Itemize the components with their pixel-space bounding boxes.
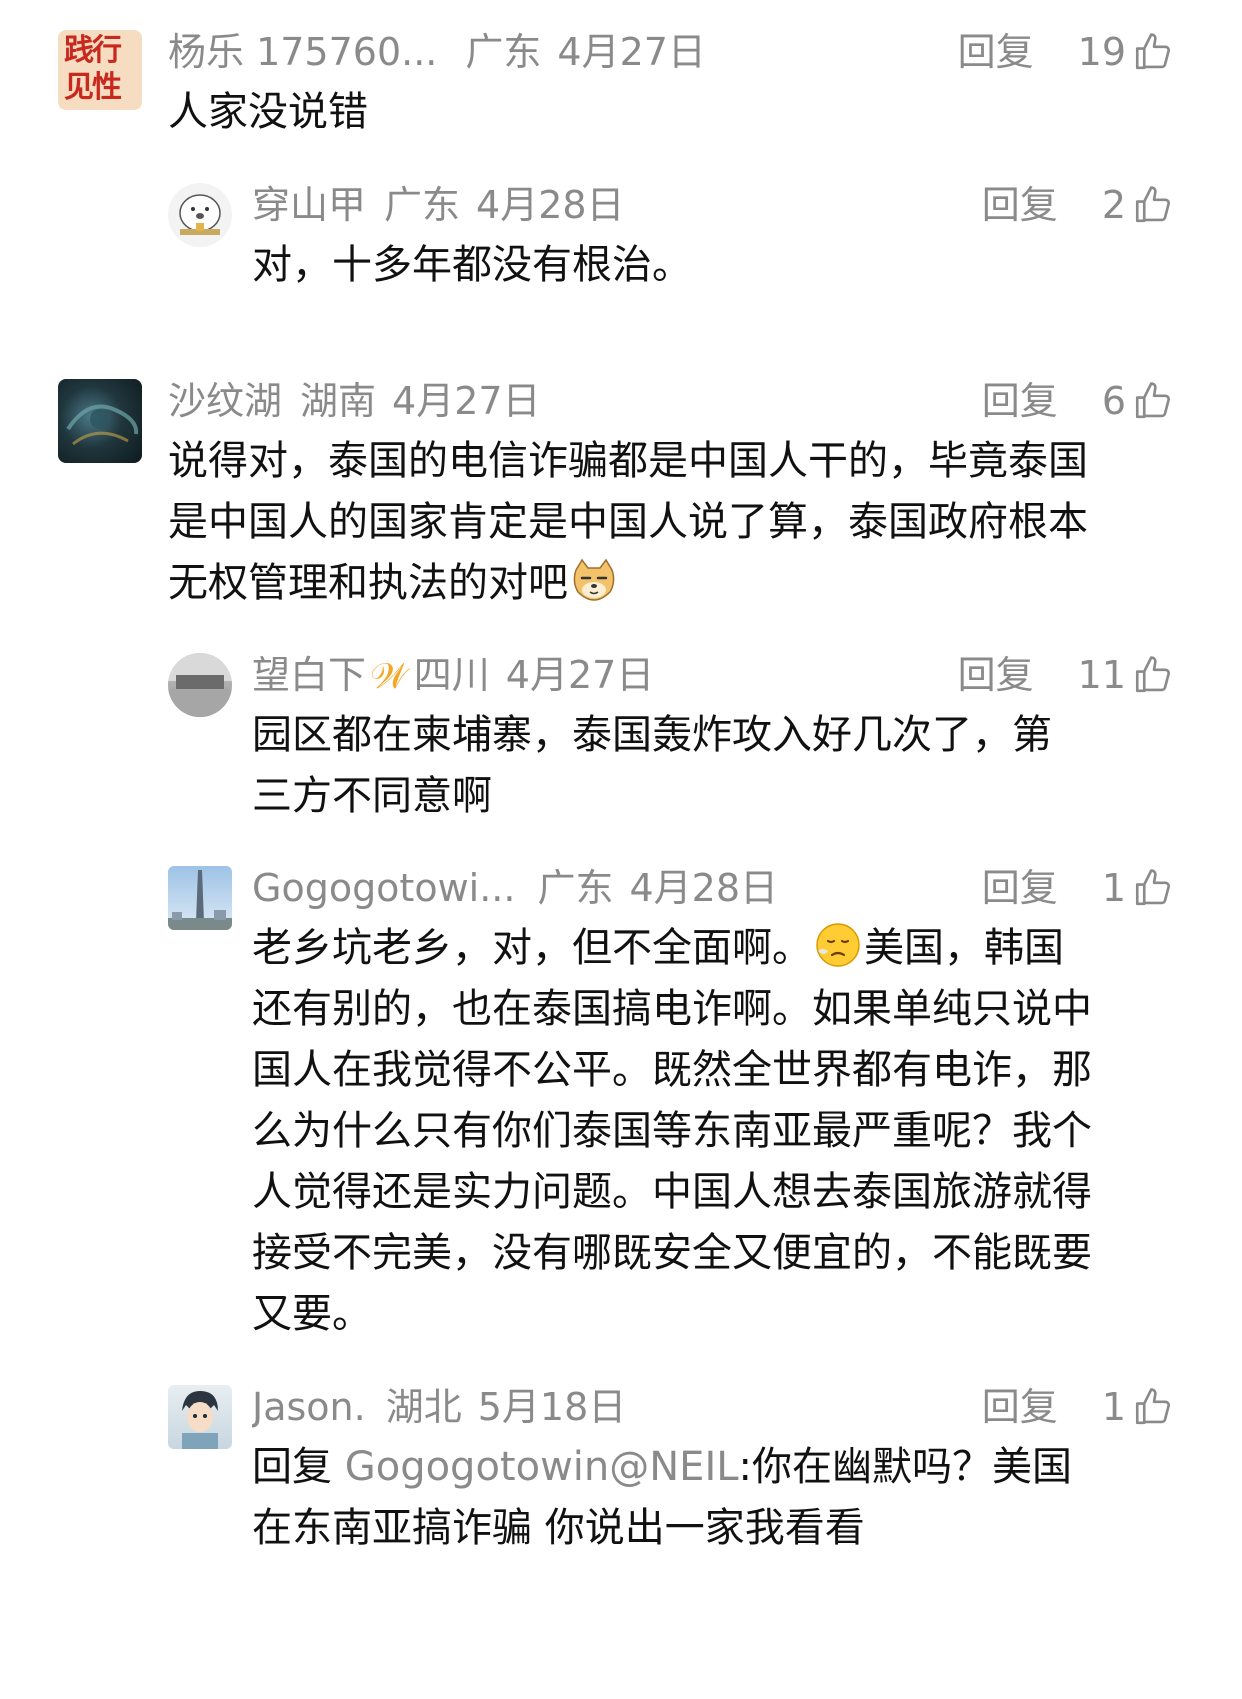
comment-meta: Gogogotowi... 广东 4月28日 <box>252 866 778 910</box>
avatar[interactable] <box>168 183 232 247</box>
comment-text: 老乡坑老乡，对，但不全面啊。 美国，韩国还有别的，也在泰国搞电诈啊。如果单纯只说… <box>252 918 1092 1345</box>
comment-actions: 回复 19 <box>958 30 1174 74</box>
anime-boy-avatar-icon <box>182 1391 218 1449</box>
building-photo-avatar-icon <box>168 653 232 717</box>
reply-button[interactable]: 回复 <box>982 866 1058 910</box>
username[interactable]: Jason. <box>252 1385 366 1429</box>
reply-button[interactable]: 回复 <box>958 30 1034 74</box>
avatar[interactable] <box>58 379 142 463</box>
thumbs-up-icon[interactable] <box>1132 867 1174 909</box>
date: 5月18日 <box>477 1385 627 1429</box>
like-count: 1 <box>1101 1385 1126 1429</box>
avatar-text: 践行见性 <box>64 33 122 105</box>
comment-text-part: 老乡坑老乡，对，但不全面啊。 <box>252 925 812 971</box>
comment-meta: 望白下 𝒲 四川 4月27日 <box>252 653 654 697</box>
date: 4月27日 <box>392 379 541 423</box>
comment-text-part: 美国，韩国还有别的，也在泰国搞电诈啊。如果单纯只说中国人在我觉得不公平。既然全世… <box>252 925 1092 1337</box>
username[interactable]: 杨乐 175760... <box>168 30 437 74</box>
like-count: 1 <box>1101 866 1126 910</box>
comment-actions: 回复 1 <box>982 1385 1174 1429</box>
location: 广东 <box>384 183 461 227</box>
comment-text: 园区都在柬埔寨，泰国轰炸攻入好几次了，第三方不同意啊 <box>252 712 1052 819</box>
badge-icon: 𝒲 <box>370 656 408 697</box>
thumbs-up-icon[interactable] <box>1132 31 1174 73</box>
thumbs-up-icon[interactable] <box>1132 1386 1174 1428</box>
like-count: 6 <box>1101 379 1126 423</box>
location: 四川 <box>413 653 490 697</box>
sad-face-emoji-icon <box>816 923 860 967</box>
comment-meta: 穿山甲 广东 4月28日 <box>252 183 625 227</box>
date: 4月28日 <box>629 866 779 910</box>
comment-meta: Jason. 湖北 5月18日 <box>252 1385 626 1429</box>
doge-emoji-icon <box>573 558 615 601</box>
avatar[interactable] <box>168 866 232 930</box>
location: 广东 <box>465 30 542 74</box>
comment-actions: 回复 2 <box>982 183 1174 227</box>
comment-actions: 回复 1 <box>982 866 1174 910</box>
reply-button[interactable]: 回复 <box>982 1385 1058 1429</box>
comment-text-content: 说得对，泰国的电信诈骗都是中国人干的，毕竟泰国是中国人的国家肯定是中国人说了算，… <box>168 438 1088 606</box>
comment-text: 对，十多年都没有根治。 <box>252 242 692 288</box>
avatar[interactable] <box>168 1385 232 1449</box>
reply-prefix: 回复 <box>252 1444 332 1490</box>
abstract-avatar-icon <box>66 404 139 446</box>
mention-link[interactable]: Gogogotowin@NEIL <box>345 1444 739 1490</box>
thumbs-up-icon[interactable] <box>1132 380 1174 422</box>
date: 4月27日 <box>505 653 655 697</box>
like-count: 11 <box>1077 653 1126 697</box>
location: 湖北 <box>385 1385 462 1429</box>
reply-button[interactable]: 回复 <box>982 379 1058 423</box>
username[interactable]: 望白下 <box>252 653 366 697</box>
comment-text: 说得对，泰国的电信诈骗都是中国人干的，毕竟泰国是中国人的国家肯定是中国人说了算，… <box>168 431 1088 614</box>
username[interactable]: Gogogotowi... <box>252 866 515 910</box>
comment-text: 回复 Gogogotowin@NEIL:你在幽默吗？美国在东南亚搞诈骗 你说出一… <box>252 1437 1092 1559</box>
thumbs-up-icon[interactable] <box>1132 184 1174 226</box>
reply-button[interactable]: 回复 <box>958 653 1034 697</box>
username[interactable]: 穿山甲 <box>252 183 366 227</box>
comment-actions: 回复 11 <box>958 653 1174 697</box>
avatar[interactable]: 践行见性 <box>58 30 142 110</box>
avatar[interactable] <box>168 653 232 717</box>
comment-text: 人家没说错 <box>168 89 368 135</box>
thumbs-up-icon[interactable] <box>1132 654 1174 696</box>
seal-avatar-icon <box>179 194 221 235</box>
comment-meta: 杨乐 175760... 广东 4月27日 <box>168 30 706 74</box>
date: 4月27日 <box>557 30 706 74</box>
reply-button[interactable]: 回复 <box>982 183 1058 227</box>
tower-photo-avatar-icon <box>168 870 232 930</box>
date: 4月28日 <box>476 183 625 227</box>
location: 广东 <box>537 866 614 910</box>
comment-actions: 回复 6 <box>982 379 1174 423</box>
location: 湖南 <box>300 379 377 423</box>
like-count: 19 <box>1077 30 1126 74</box>
like-count: 2 <box>1101 183 1126 227</box>
username[interactable]: 沙纹湖 <box>168 379 282 423</box>
comment-meta: 沙纹湖 湖南 4月27日 <box>168 379 541 423</box>
